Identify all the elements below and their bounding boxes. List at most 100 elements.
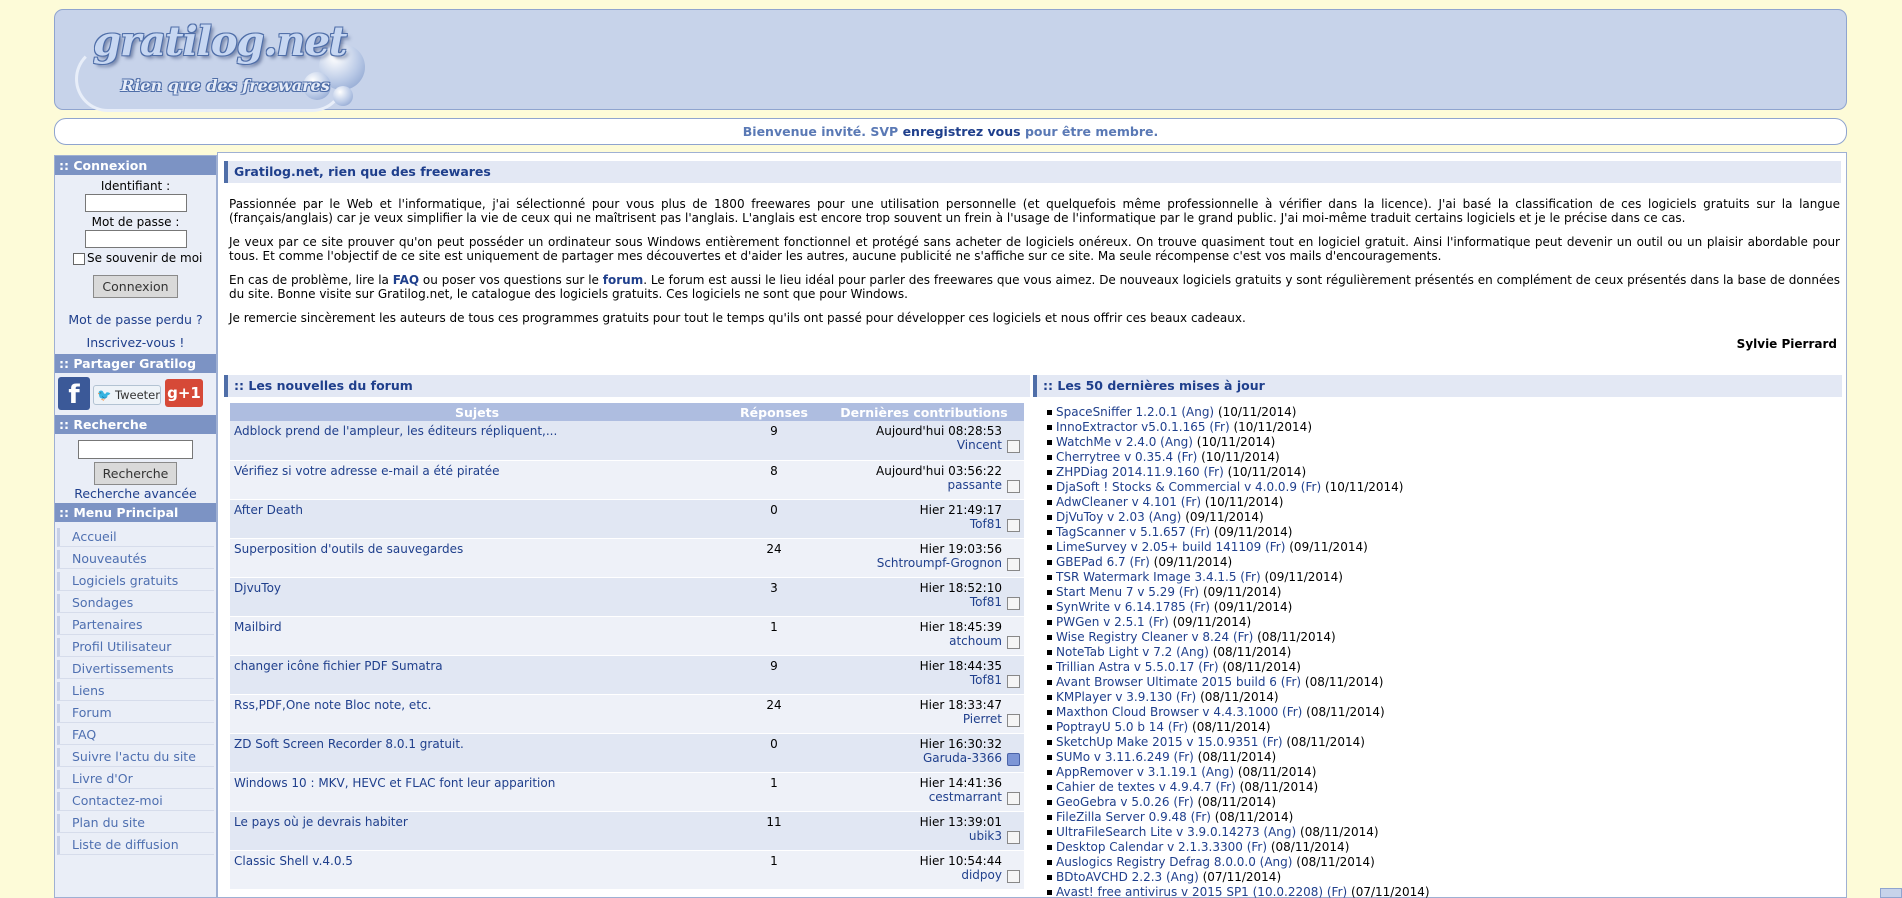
google-plus-button[interactable]: g+1 <box>165 379 203 407</box>
menu-item-link[interactable]: Livre d'Or <box>72 771 133 786</box>
menu-item[interactable]: Nouveautés <box>57 550 214 569</box>
last-post-author[interactable]: Tof81 <box>970 673 1002 687</box>
update-software-link[interactable]: UltraFileSearch Lite v 3.9.0.14273 (Ang) <box>1056 825 1296 839</box>
update-software-link[interactable]: DjaSoft ! Stocks & Commercial v 4.0.0.9 … <box>1056 480 1321 494</box>
menu-item[interactable]: Profil Utilisateur <box>57 638 214 657</box>
update-software-link[interactable]: SpaceSniffer 1.2.0.1 (Ang) <box>1056 405 1214 419</box>
menu-item[interactable]: Accueil <box>57 528 214 547</box>
menu-item-link[interactable]: Liens <box>72 683 105 698</box>
menu-item[interactable]: Forum <box>57 704 214 723</box>
login-button[interactable]: Connexion <box>93 275 178 298</box>
last-post-author[interactable]: Pierret <box>963 712 1002 726</box>
search-input[interactable] <box>78 440 193 459</box>
last-post-author[interactable]: passante <box>947 478 1002 492</box>
last-post-author[interactable]: Tof81 <box>970 595 1002 609</box>
update-software-link[interactable]: Wise Registry Cleaner v 8.24 (Fr) <box>1056 630 1253 644</box>
update-software-link[interactable]: SketchUp Make 2015 v 15.0.9351 (Fr) <box>1056 735 1283 749</box>
menu-item[interactable]: Logiciels gratuits <box>57 572 214 591</box>
menu-item[interactable]: Sondages <box>57 594 214 613</box>
update-software-link[interactable]: Trillian Astra v 5.5.0.17 (Fr) <box>1056 660 1219 674</box>
password-input[interactable] <box>84 230 187 248</box>
update-software-link[interactable]: WatchMe v 2.4.0 (Ang) <box>1056 435 1193 449</box>
forum-topic-link[interactable]: Windows 10 : MKV, HEVC et FLAC font leur… <box>234 776 555 790</box>
menu-item-link[interactable]: Accueil <box>72 529 117 544</box>
menu-item[interactable]: Suivre l'actu du site <box>57 748 214 767</box>
menu-item[interactable]: Liste de diffusion <box>57 836 214 855</box>
advanced-search-link[interactable]: Recherche avancée <box>55 486 216 501</box>
forum-topic-link[interactable]: After Death <box>234 503 303 517</box>
menu-item-link[interactable]: Forum <box>72 705 112 720</box>
menu-item[interactable]: Divertissements <box>57 660 214 679</box>
update-software-link[interactable]: TagScanner v 5.1.657 (Fr) <box>1056 525 1210 539</box>
forum-topic-link[interactable]: Vérifiez si votre adresse e-mail a été p… <box>234 464 500 478</box>
lost-password-link[interactable]: Mot de passe perdu ? <box>55 312 216 327</box>
last-post-author[interactable]: ubik3 <box>969 829 1002 843</box>
update-software-link[interactable]: LimeSurvey v 2.05+ build 141109 (Fr) <box>1056 540 1285 554</box>
menu-item-link[interactable]: Logiciels gratuits <box>72 573 178 588</box>
update-software-link[interactable]: AdwCleaner v 4.101 (Fr) <box>1056 495 1201 509</box>
update-software-link[interactable]: FileZilla Server 0.9.48 (Fr) <box>1056 810 1211 824</box>
register-link[interactable]: enregistrez vous <box>903 124 1021 139</box>
last-post-author[interactable]: Garuda-3366 <box>923 751 1002 765</box>
update-software-link[interactable]: DjVuToy v 2.03 (Ang) <box>1056 510 1181 524</box>
update-software-link[interactable]: SynWrite v 6.14.1785 (Fr) <box>1056 600 1210 614</box>
forum-topic-link[interactable]: Mailbird <box>234 620 282 634</box>
menu-item-link[interactable]: Suivre l'actu du site <box>72 749 196 764</box>
forum-topic-link[interactable]: DjvuToy <box>234 581 281 595</box>
menu-item-link[interactable]: Divertissements <box>72 661 174 676</box>
update-software-link[interactable]: Desktop Calendar v 2.1.3.3300 (Fr) <box>1056 840 1267 854</box>
update-software-link[interactable]: InnoExtractor v5.0.1.165 (Fr) <box>1056 420 1230 434</box>
menu-item-link[interactable]: Nouveautés <box>72 551 147 566</box>
forum-topic-link[interactable]: Classic Shell v.4.0.5 <box>234 854 353 868</box>
update-software-link[interactable]: Cherrytree v 0.35.4 (Fr) <box>1056 450 1197 464</box>
forum-topic-link[interactable]: Le pays où je devrais habiter <box>234 815 408 829</box>
forum-topic-link[interactable]: changer icône fichier PDF Sumatra <box>234 659 443 673</box>
last-post-author[interactable]: Tof81 <box>970 517 1002 531</box>
remember-me-checkbox[interactable] <box>73 252 85 265</box>
update-software-link[interactable]: AppRemover v 3.1.19.1 (Ang) <box>1056 765 1234 779</box>
menu-item-link[interactable]: Partenaires <box>72 617 143 632</box>
menu-item-link[interactable]: Plan du site <box>72 815 145 830</box>
menu-item-link[interactable]: Profil Utilisateur <box>72 639 171 654</box>
forum-topic-link[interactable]: Adblock prend de l'ampleur, les éditeurs… <box>234 424 557 438</box>
forum-topic-link[interactable]: ZD Soft Screen Recorder 8.0.1 gratuit. <box>234 737 464 751</box>
update-software-link[interactable]: Avast! free antivirus v 2015 SP1 (10.0.2… <box>1056 885 1347 898</box>
update-software-link[interactable]: GeoGebra v 5.0.26 (Fr) <box>1056 795 1194 809</box>
menu-item[interactable]: Plan du site <box>57 814 214 833</box>
forum-topic-link[interactable]: Rss,PDF,One note Bloc note, etc. <box>234 698 431 712</box>
facebook-icon[interactable]: f <box>58 377 90 410</box>
menu-item-link[interactable]: Liste de diffusion <box>72 837 179 852</box>
update-software-link[interactable]: TSR Watermark Image 3.4.1.5 (Fr) <box>1056 570 1261 584</box>
menu-item[interactable]: Livre d'Or <box>57 770 214 789</box>
tweet-button[interactable]: 🐦 Tweeter <box>93 385 161 405</box>
menu-item[interactable]: Contactez-moi <box>57 792 214 811</box>
update-software-link[interactable]: Start Menu 7 v 5.29 (Fr) <box>1056 585 1199 599</box>
menu-item[interactable]: Partenaires <box>57 616 214 635</box>
menu-item-link[interactable]: Sondages <box>72 595 133 610</box>
update-software-link[interactable]: GBEPad 6.7 (Fr) <box>1056 555 1150 569</box>
update-software-link[interactable]: Auslogics Registry Defrag 8.0.0.0 (Ang) <box>1056 855 1292 869</box>
site-logo[interactable]: gratilog.net Rien que des freewares <box>71 14 431 114</box>
update-software-link[interactable]: KMPlayer v 3.9.130 (Fr) <box>1056 690 1196 704</box>
last-post-author[interactable]: Vincent <box>957 438 1002 452</box>
update-software-link[interactable]: BDtoAVCHD 2.2.3 (Ang) <box>1056 870 1199 884</box>
register-sidebar-link[interactable]: Inscrivez-vous ! <box>55 335 216 350</box>
update-software-link[interactable]: NoteTab Light v 7.2 (Ang) <box>1056 645 1209 659</box>
update-software-link[interactable]: Maxthon Cloud Browser v 4.4.3.1000 (Fr) <box>1056 705 1302 719</box>
search-button[interactable]: Recherche <box>93 462 178 485</box>
last-post-author[interactable]: cestmarrant <box>929 790 1002 804</box>
menu-item-link[interactable]: Contactez-moi <box>72 793 163 808</box>
forum-topic-link[interactable]: Superposition d'outils de sauvegardes <box>234 542 463 556</box>
update-software-link[interactable]: Cahier de textes v 4.9.4.7 (Fr) <box>1056 780 1236 794</box>
update-software-link[interactable]: ZHPDiag 2014.11.9.160 (Fr) <box>1056 465 1224 479</box>
update-software-link[interactable]: SUMo v 3.11.6.249 (Fr) <box>1056 750 1194 764</box>
menu-item[interactable]: Liens <box>57 682 214 701</box>
update-software-link[interactable]: PWGen v 2.5.1 (Fr) <box>1056 615 1169 629</box>
last-post-author[interactable]: atchoum <box>949 634 1002 648</box>
faq-link[interactable]: FAQ <box>393 273 419 287</box>
update-software-link[interactable]: Avant Browser Ultimate 2015 build 6 (Fr) <box>1056 675 1301 689</box>
last-post-author[interactable]: Schtroumpf-Grognon <box>877 556 1002 570</box>
username-input[interactable] <box>84 194 187 212</box>
menu-item-link[interactable]: FAQ <box>72 727 96 742</box>
menu-item[interactable]: FAQ <box>57 726 214 745</box>
